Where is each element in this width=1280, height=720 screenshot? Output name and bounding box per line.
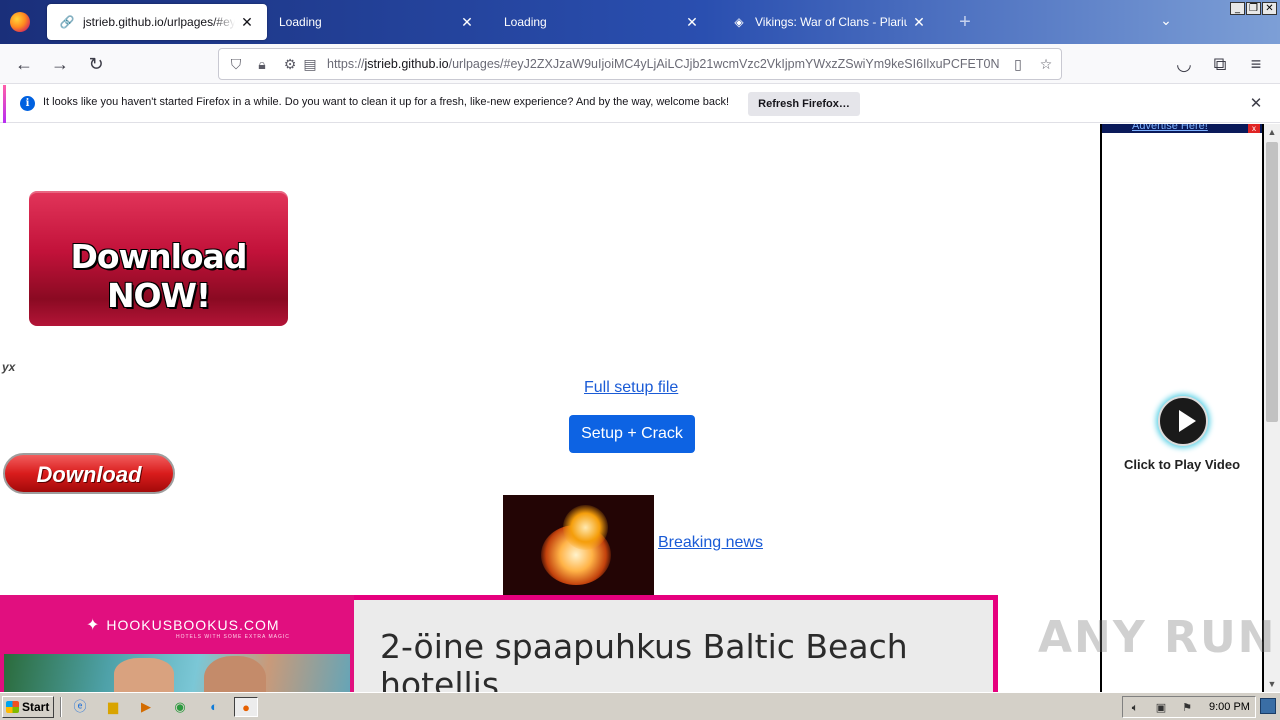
scrollbar-thumb[interactable] <box>1266 142 1278 422</box>
start-button[interactable]: Start <box>2 696 54 718</box>
notification-bar: i It looks like you haven't started Fire… <box>0 85 1280 123</box>
explosion-thumbnail[interactable] <box>503 495 654 595</box>
photo-person <box>204 656 266 692</box>
tab-label: Vikings: War of Clans - Plarium <box>755 15 907 29</box>
back-arrow-icon[interactable]: ← <box>12 52 36 76</box>
anyrun-watermark: ANY RUN <box>1038 612 1277 663</box>
hotel-ad-banner[interactable]: ✦ HOOKUSBOOKUS.COM HOTELS WITH SOME EXTRA… <box>0 595 998 692</box>
extensions-puzzle-icon[interactable]: ⧉ <box>1208 52 1232 76</box>
network-icon[interactable]: ▣ <box>1153 700 1169 716</box>
firefox-taskbar-icon[interactable]: ● <box>234 697 258 717</box>
full-setup-link[interactable]: Full setup file <box>584 379 678 397</box>
side-ad-header: Advertise Here! <box>1102 124 1262 133</box>
info-icon: i <box>20 96 35 111</box>
notification-message: It looks like you haven't started Firefo… <box>43 96 730 108</box>
ad-brand-name: HOOKUSBOOKUS.COM <box>106 617 280 633</box>
sparkle-icon: ✦ <box>86 617 101 634</box>
lock-icon[interactable]: 🔒︎ <box>253 55 271 73</box>
ad-tagline: HOTELS WITH SOME EXTRA MAGIC <box>176 634 290 640</box>
url-path: /urlpages/#eyJ2ZXJzaW9uIjoiMC4yLjAiLCJjb… <box>448 57 1000 71</box>
reload-icon[interactable]: ↻ <box>84 52 108 76</box>
plarium-icon: ◈ <box>734 15 744 29</box>
internet-explorer-icon[interactable]: ⓔ <box>68 697 92 717</box>
tab-list-chevron-icon[interactable]: ⌄ <box>1156 12 1176 32</box>
windows-logo-icon <box>6 701 19 713</box>
web-page-content: Download NOW! yx Full setup file Setup +… <box>0 124 1264 692</box>
file-explorer-icon[interactable]: ▆ <box>101 697 125 717</box>
new-tab-plus-icon[interactable]: + <box>954 10 976 34</box>
url-text[interactable]: https://jstrieb.github.io/urlpages/#eyJ2… <box>327 57 1003 73</box>
restore-window-icon[interactable]: ❐ <box>1246 2 1261 15</box>
tracking-shield-icon[interactable]: ⛉ <box>227 55 245 73</box>
permissions-icon[interactable]: ⚙ <box>281 55 299 73</box>
side-video-ad[interactable]: Advertise Here! x Click to Play Video <box>1100 124 1264 692</box>
windows-taskbar: Start ⓔ ▆ ▶ ◉ ◐ ● 🔈︎ ▣ ⚑ 9:00 PM <box>0 692 1280 720</box>
setup-crack-button[interactable]: Setup + Crack <box>569 415 695 453</box>
navigation-toolbar: ← → ↻ ⛉ 🔒︎ ⚙ ▤ https://jstrieb.github.io… <box>0 44 1280 84</box>
minimize-window-icon[interactable]: _ <box>1230 2 1245 15</box>
action-center-flag-icon[interactable]: ⚑ <box>1179 700 1195 716</box>
clock[interactable]: 9:00 PM <box>1209 701 1250 713</box>
ad-headline: 2-öine spaapuhkus Baltic Beach hotellis <box>380 627 908 693</box>
tab-loading-1[interactable]: Loading ✕ <box>267 4 487 40</box>
download-button[interactable]: Download <box>3 453 175 494</box>
url-scheme: https:// <box>327 57 365 71</box>
refresh-firefox-button[interactable]: Refresh Firefox… <box>748 92 860 116</box>
scroll-up-icon[interactable]: ▲ <box>1264 124 1280 140</box>
show-desktop-icon[interactable] <box>1260 698 1276 714</box>
tab-vikings[interactable]: ◈ Vikings: War of Clans - Plarium ✕ <box>719 4 939 40</box>
vertical-scrollbar[interactable]: ▲ ▼ <box>1264 124 1280 692</box>
click-to-play-label[interactable]: Click to Play Video <box>1102 457 1262 472</box>
taskbar-separator <box>60 697 62 717</box>
tab-active[interactable]: 🔗 jstrieb.github.io/urlpages/#eyJ2ZXJ ✕ <box>47 4 267 40</box>
tab-bar: 🔗 jstrieb.github.io/urlpages/#eyJ2ZXJ ✕ … <box>0 0 1280 44</box>
ad-brand-logo: ✦ HOOKUSBOOKUS.COM <box>86 615 280 635</box>
pocket-icon[interactable]: ◡ <box>1172 52 1196 76</box>
close-tab-icon[interactable]: ✕ <box>684 14 700 31</box>
breaking-news-link[interactable]: Breaking news <box>658 534 763 552</box>
side-ad-close-icon[interactable]: x <box>1248 124 1260 133</box>
ad-spa-photo <box>4 654 350 692</box>
link-icon: 🔗 <box>59 15 75 29</box>
scroll-down-icon[interactable]: ▼ <box>1264 676 1280 692</box>
explosion-flame <box>563 505 608 550</box>
media-player-icon[interactable]: ▶ <box>134 697 158 717</box>
play-video-icon[interactable] <box>1158 396 1208 446</box>
edge-icon[interactable]: ◐ <box>202 697 226 717</box>
menu-hamburger-icon[interactable]: ≡ <box>1244 52 1268 76</box>
start-label: Start <box>22 700 50 714</box>
tab-loading-2[interactable]: Loading ✕ <box>492 4 712 40</box>
firefox-logo-icon[interactable] <box>10 12 30 32</box>
close-tab-icon[interactable]: ✕ <box>911 14 927 31</box>
small-logo: yx <box>2 360 16 374</box>
close-tab-icon[interactable]: ✕ <box>239 14 255 31</box>
page-icon[interactable]: ▤ <box>301 55 319 73</box>
advertise-here-link[interactable]: Advertise Here! <box>1132 124 1208 132</box>
forward-arrow-icon[interactable]: → <box>48 52 72 76</box>
close-icon[interactable]: ✕ <box>1246 94 1266 114</box>
tab-label: Loading <box>504 15 547 29</box>
download-button-label: Download <box>36 462 142 487</box>
close-tab-icon[interactable]: ✕ <box>459 14 475 31</box>
download-now-label: Download NOW! <box>70 237 248 315</box>
ad-brand-panel: ✦ HOOKUSBOOKUS.COM HOTELS WITH SOME EXTRA… <box>0 595 354 692</box>
notification-accent <box>3 85 6 123</box>
ad-text-panel: 2-öine spaapuhkus Baltic Beach hotellis <box>354 600 993 692</box>
close-window-icon[interactable]: ✕ <box>1262 2 1277 15</box>
system-tray: 🔈︎ ▣ ⚑ 9:00 PM <box>1122 696 1256 718</box>
reader-view-icon[interactable]: ▯ <box>1009 55 1027 73</box>
tab-label: Loading <box>279 15 322 29</box>
bookmark-star-icon[interactable]: ☆ <box>1037 55 1055 73</box>
chrome-icon[interactable]: ◉ <box>168 697 192 717</box>
photo-person <box>114 658 174 692</box>
url-domain: jstrieb.github.io <box>364 57 449 71</box>
download-now-banner[interactable]: Download NOW! <box>29 191 288 326</box>
volume-icon[interactable]: 🔈︎ <box>1127 700 1143 716</box>
tab-label: jstrieb.github.io/urlpages/#eyJ2ZXJ <box>83 15 235 29</box>
url-bar[interactable]: ⛉ 🔒︎ ⚙ ▤ https://jstrieb.github.io/urlpa… <box>218 48 1062 80</box>
